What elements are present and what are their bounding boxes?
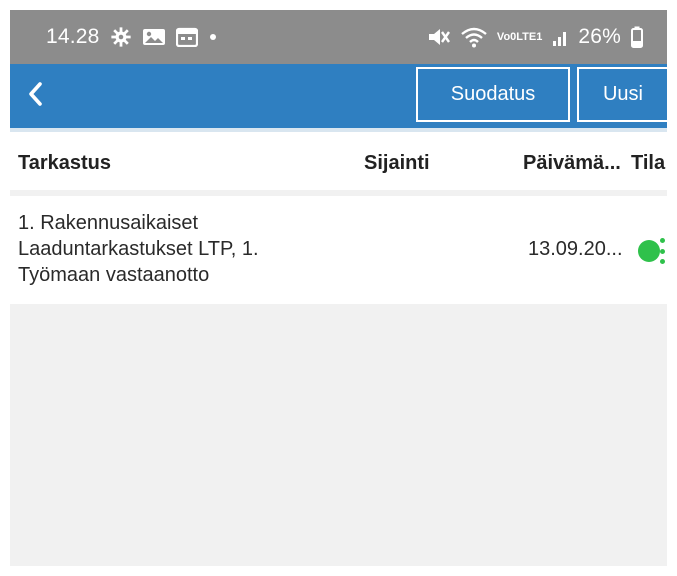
more-options-icon[interactable] [658,238,667,264]
back-button[interactable] [14,72,58,120]
column-header-status[interactable]: Tila [631,152,665,175]
inspection-line: Laaduntarkastukset LTP, 1. [18,238,259,260]
status-bar: 14.28 Vo0 LTE1 26% [10,10,667,64]
chevron-left-icon [25,81,47,112]
table-header: Tarkastus Sijainti Päivämä... Tila [10,128,667,190]
table-row[interactable]: 1. Rakennusaikaiset Laaduntarkastukset L… [10,196,667,304]
volte-label: Vo0 LTE1 [496,31,543,43]
status-time: 14.28 [46,25,100,48]
mute-icon [427,26,451,48]
column-header-inspection[interactable]: Tarkastus [18,152,111,175]
volte-top-label: Vo0 [496,31,517,43]
column-header-date[interactable]: Päivämä... [523,152,621,175]
inspection-line: 1. Rakennusaikaiset [18,212,199,234]
bottom-edge [10,566,667,576]
app-bar: Suodatus Uusi [10,64,667,128]
date-cell: 13.09.20... [528,238,623,260]
battery-icon [631,26,643,48]
image-icon [142,27,166,47]
inspection-cell: 1. Rakennusaikaiset Laaduntarkastukset L… [18,210,348,288]
battery-percent: 26% [578,25,621,48]
calendar-icon [175,27,198,47]
volte-bottom-label: LTE1 [516,31,543,43]
new-button[interactable]: Uusi [577,67,667,122]
status-bar-right: Vo0 LTE1 26% [427,25,643,49]
signal-icon [552,27,568,47]
inspection-line: Työmaan vastaanotto [18,264,210,286]
table-body: 1. Rakennusaikaiset Laaduntarkastukset L… [10,190,667,566]
status-indicator [638,240,660,262]
wifi-icon [461,26,487,48]
gear-icon [110,26,132,48]
dot-icon [208,32,218,42]
app-screen: 14.28 Vo0 LTE1 26% Suodatus Uusi Tarkast… [0,0,677,576]
filter-button[interactable]: Suodatus [416,67,570,122]
column-header-location[interactable]: Sijainti [364,152,430,175]
status-bar-left: 14.28 [46,25,218,49]
